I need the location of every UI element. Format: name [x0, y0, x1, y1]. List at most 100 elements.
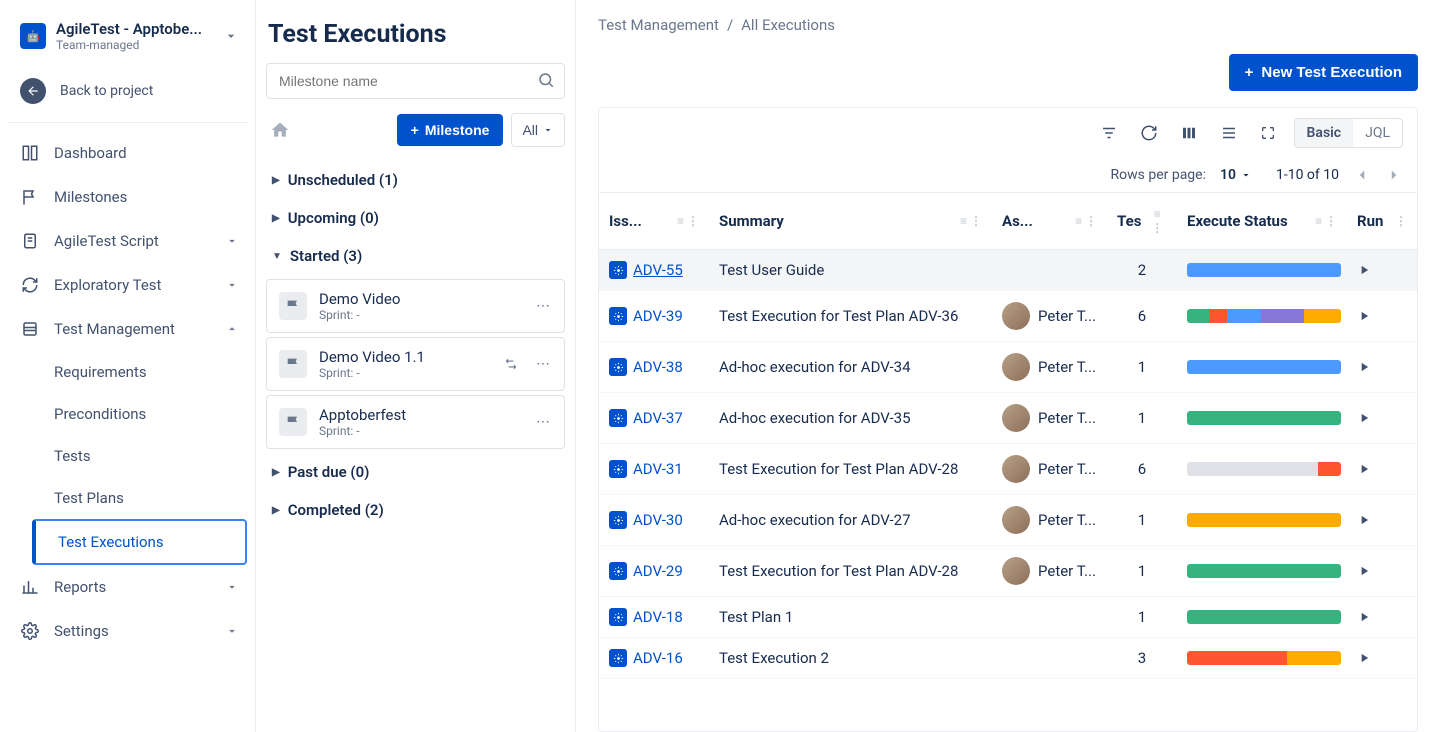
drag-handle-icon[interactable]: ⋮: [1395, 214, 1407, 228]
play-icon[interactable]: [1357, 610, 1407, 624]
more-icon[interactable]: ⋯: [536, 414, 552, 430]
rows-per-page-select[interactable]: 10: [1220, 167, 1252, 183]
table-row[interactable]: ADV-16Test Execution 23: [599, 638, 1417, 679]
issue-link[interactable]: ADV-38: [633, 358, 683, 376]
issue-link[interactable]: ADV-37: [633, 409, 683, 427]
sidebar-item-agiletest-script[interactable]: AgileTest Script: [8, 219, 247, 263]
avatar: [1002, 353, 1030, 381]
th-run[interactable]: Run⋮: [1347, 193, 1417, 249]
th-summary[interactable]: Summary≡ ⋮: [709, 193, 992, 249]
plus-icon: +: [411, 122, 419, 138]
issue-link[interactable]: ADV-55: [633, 261, 683, 279]
issue-link[interactable]: ADV-16: [633, 649, 683, 667]
add-milestone-button[interactable]: + Milestone: [397, 114, 504, 146]
filter-icon[interactable]: [1096, 120, 1122, 146]
status-cell: [1177, 360, 1347, 374]
milestone-group-upcoming[interactable]: ▶Upcoming (0): [266, 199, 565, 237]
table-row[interactable]: ADV-30Ad-hoc execution for ADV-27Peter T…: [599, 495, 1417, 546]
refresh-icon[interactable]: [1136, 120, 1162, 146]
page-next[interactable]: [1385, 166, 1403, 184]
issue-link[interactable]: ADV-18: [633, 608, 683, 626]
assignee-cell: Peter T...: [992, 506, 1107, 534]
sidebar-item-label: Dashboard: [54, 144, 127, 162]
milestone-card[interactable]: ApptoberfestSprint: -⋯: [266, 395, 565, 449]
avatar: [1002, 557, 1030, 585]
th-issue[interactable]: Iss...≡ ⋮: [599, 193, 709, 249]
subnav-requirements[interactable]: Requirements: [32, 351, 247, 393]
table-row[interactable]: ADV-29Test Execution for Test Plan ADV-2…: [599, 546, 1417, 597]
breadcrumb-item[interactable]: Test Management: [598, 16, 719, 34]
search-icon[interactable]: [537, 71, 555, 89]
sidebar-item-settings[interactable]: Settings: [8, 609, 247, 653]
milestone-group-started[interactable]: ▼Started (3): [266, 237, 565, 275]
status-bar: [1187, 309, 1341, 323]
summary-cell: Test User Guide: [709, 261, 992, 279]
new-test-execution-button[interactable]: + New Test Execution: [1229, 54, 1418, 91]
main-panel: Test Management / All Executions + New T…: [576, 0, 1438, 732]
milestone-card[interactable]: Demo VideoSprint: -⋯: [266, 279, 565, 333]
issue-link[interactable]: ADV-29: [633, 562, 683, 580]
mode-jql[interactable]: JQL: [1353, 119, 1402, 147]
summary-cell: Test Execution for Test Plan ADV-36: [709, 307, 992, 325]
play-icon[interactable]: [1357, 564, 1407, 578]
columns-icon[interactable]: [1176, 120, 1202, 146]
drag-handle-icon[interactable]: ≡ ⋮: [1315, 214, 1337, 228]
drag-handle-icon[interactable]: ≡ ⋮: [1147, 207, 1167, 235]
milestone-card[interactable]: Demo Video 1.1Sprint: -⋯: [266, 337, 565, 391]
back-to-project[interactable]: Back to project: [8, 66, 247, 118]
th-status[interactable]: Execute Status≡ ⋮: [1177, 193, 1347, 249]
milestone-group-completed[interactable]: ▶Completed (2): [266, 491, 565, 529]
list-icon[interactable]: [1216, 120, 1242, 146]
subnav-tests[interactable]: Tests: [32, 435, 247, 477]
table-row[interactable]: ADV-37Ad-hoc execution for ADV-35Peter T…: [599, 393, 1417, 444]
status-cell: [1177, 564, 1347, 578]
filter-all-button[interactable]: All: [511, 113, 565, 147]
subnav-test-executions[interactable]: Test Executions: [32, 519, 247, 565]
th-assignee[interactable]: As...≡ ⋮: [992, 193, 1107, 249]
home-icon[interactable]: [266, 116, 294, 144]
project-switcher[interactable]: 🤖 AgileTest - Apptobe... Team-managed: [8, 20, 247, 66]
issue-link[interactable]: ADV-39: [633, 307, 683, 325]
milestone-group-past[interactable]: ▶Past due (0): [266, 453, 565, 491]
milestone-group-unscheduled[interactable]: ▶Unscheduled (1): [266, 161, 565, 199]
table-row[interactable]: ADV-38Ad-hoc execution for ADV-34Peter T…: [599, 342, 1417, 393]
drag-handle-icon[interactable]: ≡ ⋮: [960, 214, 982, 228]
breadcrumb-item[interactable]: All Executions: [741, 16, 835, 34]
mode-basic[interactable]: Basic: [1295, 119, 1354, 147]
milestone-sprint: Sprint: -: [319, 308, 524, 322]
subnav-test-plans[interactable]: Test Plans: [32, 477, 247, 519]
issue-link[interactable]: ADV-30: [633, 511, 683, 529]
avatar: [1002, 302, 1030, 330]
sidebar-item-reports[interactable]: Reports: [8, 565, 247, 609]
play-icon[interactable]: [1357, 263, 1407, 277]
sidebar-item-test-management[interactable]: Test Management: [8, 307, 247, 351]
expand-icon[interactable]: [1256, 121, 1280, 145]
chevron-icon: [225, 322, 239, 336]
play-icon[interactable]: [1357, 411, 1407, 425]
more-icon[interactable]: ⋯: [536, 298, 552, 314]
table-row[interactable]: ADV-39 Test Execution for Test Plan ADV-3…: [599, 291, 1417, 342]
milestone-search-input[interactable]: [266, 63, 565, 99]
th-tests[interactable]: Tes≡ ⋮: [1107, 193, 1177, 249]
play-icon[interactable]: [1357, 513, 1407, 527]
table-row[interactable]: ADV-31Test Execution for Test Plan ADV-2…: [599, 444, 1417, 495]
table-row[interactable]: ADV-18Test Plan 11: [599, 597, 1417, 638]
play-icon[interactable]: [1357, 462, 1407, 476]
sidebar-item-milestones[interactable]: Milestones: [8, 175, 247, 219]
sidebar-item-dashboard[interactable]: Dashboard: [8, 131, 247, 175]
play-icon[interactable]: [1357, 360, 1407, 374]
issue-link[interactable]: ADV-31: [633, 460, 683, 478]
drag-handle-icon[interactable]: ≡ ⋮: [1075, 214, 1097, 228]
sidebar-item-label: Settings: [54, 622, 109, 640]
table-row[interactable]: ADV-55Test User Guide2: [599, 250, 1417, 291]
subnav-preconditions[interactable]: Preconditions: [32, 393, 247, 435]
play-icon[interactable]: [1357, 651, 1407, 665]
panel-title: Test Executions: [266, 20, 565, 63]
play-icon[interactable]: [1357, 309, 1407, 323]
assignee-name: Peter T...: [1038, 562, 1096, 580]
sidebar-item-exploratory-test[interactable]: Exploratory Test: [8, 263, 247, 307]
sub-icon[interactable]: [504, 357, 518, 371]
more-icon[interactable]: ⋯: [536, 356, 552, 372]
page-prev[interactable]: [1353, 166, 1371, 184]
drag-handle-icon[interactable]: ≡ ⋮: [677, 214, 699, 228]
